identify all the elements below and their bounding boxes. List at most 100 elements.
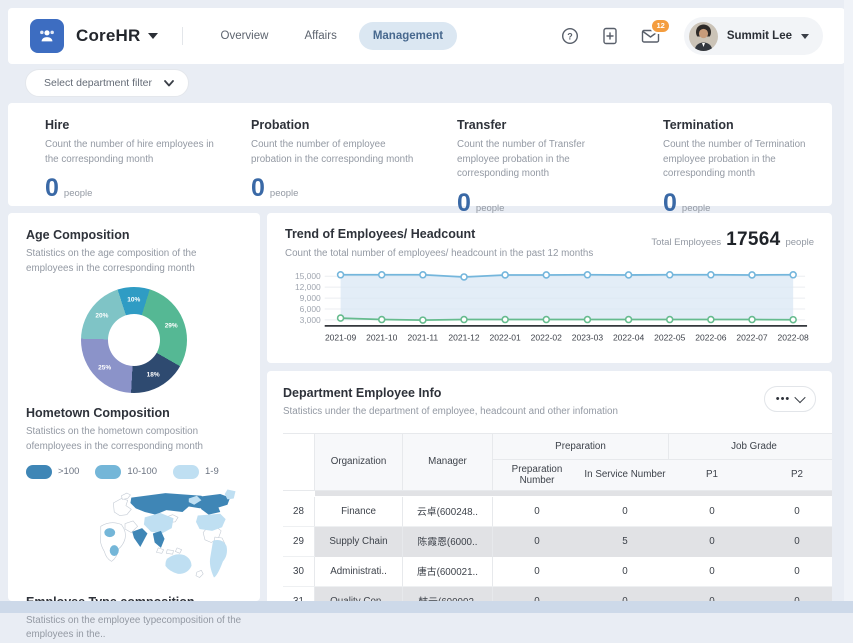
cell-p2: 0 [755, 527, 832, 557]
hometown-legend: >100 10-100 1-9 [26, 465, 242, 479]
cell-p2: 0 [755, 497, 832, 527]
stat-card-termination: Termination Count the number of Terminat… [626, 118, 832, 191]
horizontal-scrollbar[interactable] [0, 601, 853, 613]
svg-text:2022-06: 2022-06 [695, 332, 727, 342]
mail-badge: 12 [650, 18, 670, 34]
stat-desc: Count the number of Termination employee… [663, 138, 832, 182]
legend-swatch [173, 465, 199, 479]
svg-text:2022-05: 2022-05 [654, 332, 686, 342]
table-header: Organization Manager Preparation Job Gra… [283, 433, 832, 491]
svg-text:2022-02: 2022-02 [531, 332, 563, 342]
trend-title: Trend of Employees/ Headcount [285, 227, 593, 241]
main-nav: Overview Affairs Management [207, 22, 458, 50]
stat-value: 0 [251, 174, 265, 203]
nav-item-management[interactable]: Management [359, 22, 457, 50]
total-employees-unit: people [785, 237, 814, 248]
cell-manager: 云卓(600248.. [403, 497, 493, 527]
age-section-title: Age Composition [26, 228, 242, 242]
people-icon [37, 26, 57, 46]
stat-title: Hire [45, 118, 214, 132]
cell-in-service-number: 0 [581, 557, 669, 587]
cell-organization: Supply Chain [315, 527, 403, 557]
header-index [283, 434, 315, 490]
legend-label: >100 [58, 466, 79, 477]
more-options-icon: ••• [776, 394, 791, 405]
chevron-down-icon [164, 80, 174, 87]
stat-title: Probation [251, 118, 420, 132]
nav-item-affairs[interactable]: Affairs [290, 22, 350, 50]
department-filter-select[interactable]: Select department filter [25, 69, 189, 97]
legend-swatch [26, 465, 52, 479]
header-group-preparation: Preparation [493, 434, 669, 460]
cell-p1: 0 [669, 527, 755, 557]
stat-value: 0 [45, 174, 59, 203]
age-donut[interactable]: 10% 29% 18% 25% 20% [81, 287, 187, 393]
trend-chart[interactable]: 15,00012,0009,0006,0003,0002021-092021-1… [285, 262, 814, 352]
stat-card-transfer: Transfer Count the number of Transfer em… [420, 118, 626, 191]
stat-title: Transfer [457, 118, 626, 132]
panel-menu-button[interactable]: ••• [764, 386, 816, 412]
cell-preparation-number: 0 [493, 497, 581, 527]
header-p1[interactable]: P1 [669, 460, 755, 490]
svg-text:6,000: 6,000 [300, 304, 321, 314]
header-organization[interactable]: Organization [315, 434, 403, 490]
mail-icon[interactable]: 12 [640, 26, 660, 46]
header-manager[interactable]: Manager [403, 434, 493, 490]
table-row[interactable]: 30Administrati..唐古(600021..0000 [283, 557, 832, 587]
age-section-desc: Statistics on the age composition of the… [26, 247, 242, 276]
svg-text:2021-12: 2021-12 [448, 332, 480, 342]
help-icon[interactable]: ? [560, 26, 580, 46]
table-body: 28Finance云卓(600248..000029Supply Chain陈霞… [283, 497, 832, 613]
stat-title: Termination [663, 118, 832, 132]
cell-organization: Finance [315, 497, 403, 527]
hometown-section-desc: Statistics on the hometown composition o… [26, 425, 242, 454]
svg-text:2021-10: 2021-10 [366, 332, 398, 342]
cell-index: 28 [283, 497, 315, 527]
composition-panel: Age Composition Statistics on the age co… [8, 213, 260, 601]
avatar [689, 22, 718, 51]
hometown-section-title: Hometown Composition [26, 406, 242, 420]
new-document-icon[interactable] [600, 26, 620, 46]
donut-slice-label: 18% [147, 372, 160, 379]
donut-slice-label: 10% [127, 297, 140, 304]
department-title: Department Employee Info [283, 386, 618, 400]
header-p2[interactable]: P2 [755, 460, 832, 490]
cell-organization: Administrati.. [315, 557, 403, 587]
cell-preparation-number: 0 [493, 557, 581, 587]
department-filter-label: Select department filter [44, 77, 152, 89]
cell-manager: 陈霞恩(6000.. [403, 527, 493, 557]
cell-in-service-number: 0 [581, 497, 669, 527]
table-row[interactable]: 28Finance云卓(600248..0000 [283, 497, 832, 527]
total-employees: Total Employees 17564 people [651, 229, 814, 251]
app-title-menu[interactable]: CoreHR [76, 26, 158, 46]
donut-slice-label: 25% [98, 364, 111, 371]
cell-index: 30 [283, 557, 315, 587]
header-preparation-number[interactable]: Preparation Number [493, 460, 581, 490]
hometown-world-map[interactable] [26, 485, 242, 591]
employee-type-section-desc: Statistics on the employee typecompositi… [26, 614, 242, 643]
donut-slice-label: 29% [165, 322, 178, 329]
legend-label: 1-9 [205, 466, 219, 477]
vertical-scrollbar[interactable] [844, 0, 853, 613]
header-in-service-number[interactable]: In Service Number [581, 460, 669, 490]
svg-text:15,000: 15,000 [295, 271, 321, 281]
svg-text:2021-09: 2021-09 [325, 332, 357, 342]
svg-text:2022-07: 2022-07 [736, 332, 768, 342]
stat-desc: Count the number of hire employees in th… [45, 138, 214, 167]
user-menu[interactable]: Summit Lee [684, 17, 823, 55]
legend-item: 10-100 [95, 465, 157, 479]
cell-p2: 0 [755, 557, 832, 587]
svg-text:2022-04: 2022-04 [613, 332, 645, 342]
legend-swatch [95, 465, 121, 479]
stat-unit: people [64, 188, 93, 199]
trend-panel: Trend of Employees/ Headcount Count the … [267, 213, 832, 363]
table-row[interactable]: 29Supply Chain陈霞恩(6000..0500 [283, 527, 832, 557]
stats-summary-card: Hire Count the number of hire employees … [8, 103, 832, 206]
donut-slice-label: 20% [95, 313, 108, 320]
nav-divider [182, 27, 183, 45]
nav-item-overview[interactable]: Overview [207, 22, 283, 50]
app-logo[interactable] [30, 19, 64, 53]
chevron-down-icon [801, 34, 809, 39]
svg-text:2022-01: 2022-01 [490, 332, 522, 342]
cell-in-service-number: 5 [581, 527, 669, 557]
